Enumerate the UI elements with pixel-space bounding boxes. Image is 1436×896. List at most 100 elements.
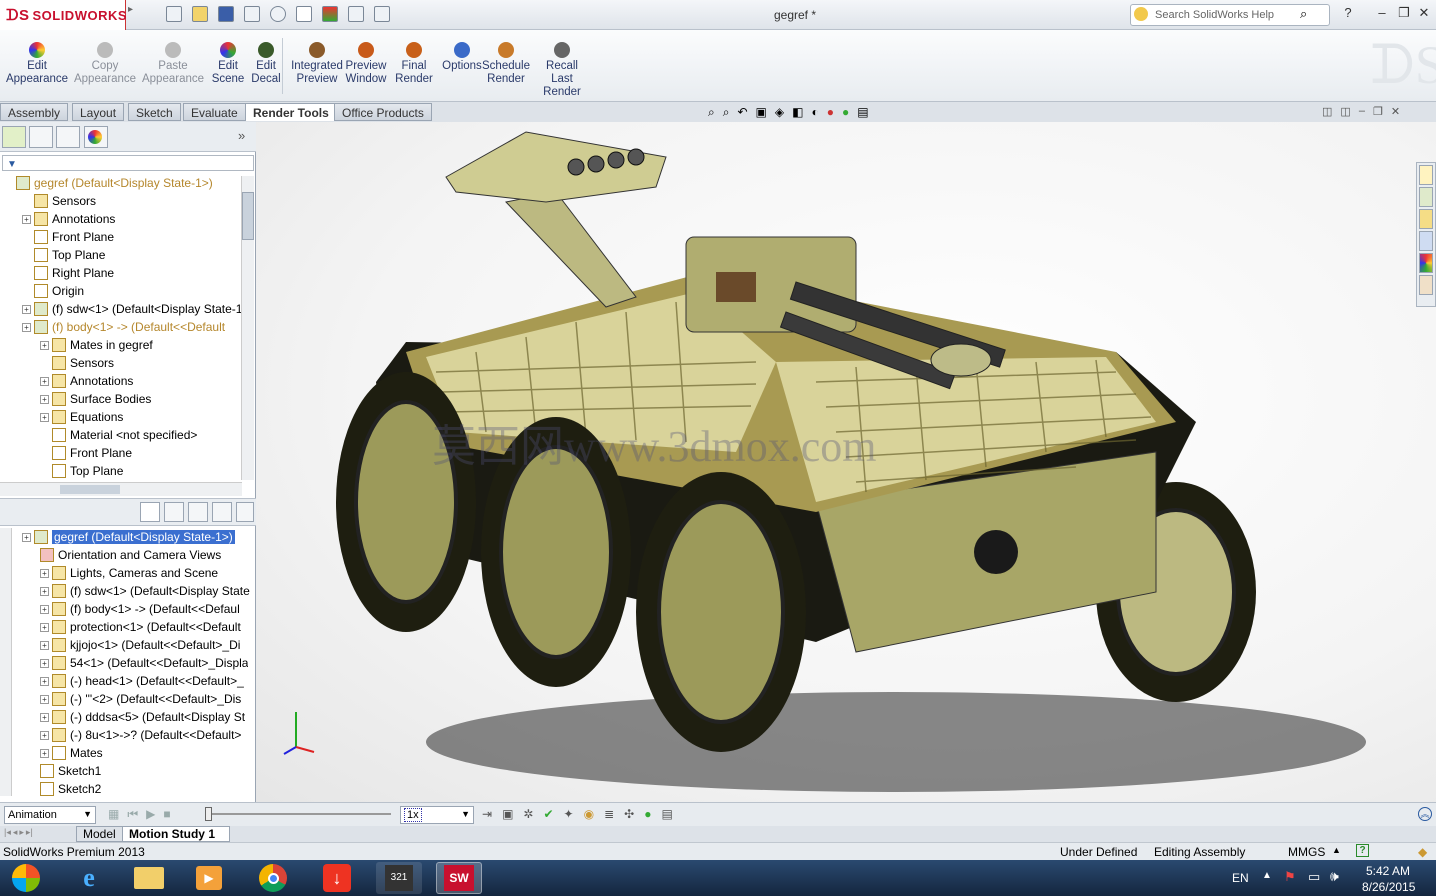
motion-tree-item[interactable]: + kjjojo<1> (Default<<Default>_Di bbox=[40, 636, 240, 654]
last-tab-icon[interactable]: ▸| bbox=[26, 827, 33, 838]
expand-toggle-icon[interactable]: + bbox=[40, 376, 49, 386]
playback-slider[interactable] bbox=[205, 807, 391, 821]
custom-properties-icon[interactable] bbox=[1419, 275, 1433, 295]
motion-tree-item[interactable]: + (-) '''<2> (Default<<Default>_Dis bbox=[40, 690, 241, 708]
expand-toggle-icon[interactable]: + bbox=[40, 640, 49, 650]
expand-toggle-icon[interactable]: + bbox=[40, 340, 49, 350]
expand-toggle-icon[interactable]: + bbox=[40, 676, 49, 686]
prev-tab-icon[interactable]: ◂ bbox=[13, 827, 18, 838]
configuration-manager-tab-icon[interactable] bbox=[56, 126, 80, 148]
tree-item[interactable]: + Annotations bbox=[22, 210, 115, 228]
animation-wizard-icon[interactable]: ✲ bbox=[523, 807, 533, 821]
help-menu-icon[interactable]: ? bbox=[1340, 6, 1356, 20]
view-orientation-icon[interactable]: ◈ bbox=[775, 105, 784, 120]
motion-tree-item[interactable]: + gegref (Default<Display State-1>) bbox=[22, 528, 235, 546]
stop-icon[interactable]: ■ bbox=[163, 807, 170, 822]
playback-slider-thumb[interactable] bbox=[205, 807, 212, 821]
media-player-icon[interactable]: ▶ bbox=[186, 862, 232, 894]
motion-tree-scrollbar[interactable] bbox=[0, 528, 12, 796]
undo-icon[interactable] bbox=[270, 6, 286, 22]
add-key-icon[interactable]: ✦ bbox=[564, 807, 574, 821]
tree-item[interactable]: + Mates in gegref bbox=[40, 336, 153, 354]
hide-show-items-icon[interactable]: ◐ bbox=[811, 105, 818, 120]
graphics-area[interactable]: 莫西网www.3dmox.com bbox=[256, 122, 1436, 802]
options-gear-icon[interactable] bbox=[374, 6, 390, 22]
zoom-to-fit-icon[interactable]: ⌕ bbox=[708, 105, 715, 120]
tree-item[interactable]: gegref (Default<Display State-1>) bbox=[4, 174, 213, 192]
tree-scroll-thumb[interactable] bbox=[242, 192, 254, 240]
contact-icon[interactable]: ✣ bbox=[624, 807, 634, 821]
expand-toggle-icon[interactable]: + bbox=[40, 622, 49, 632]
next-tab-icon[interactable]: ▸ bbox=[19, 827, 24, 838]
feature-tree-tab-icon[interactable] bbox=[2, 126, 26, 148]
minimize-icon[interactable]: – bbox=[1374, 6, 1390, 20]
tab-model[interactable]: Model bbox=[76, 826, 123, 842]
tree-hscrollbar[interactable] bbox=[0, 482, 242, 496]
viewport-tile-icon[interactable]: ◫ bbox=[1340, 105, 1350, 118]
expand-toggle-icon[interactable]: + bbox=[40, 730, 49, 740]
close-icon[interactable]: ✕ bbox=[1416, 6, 1432, 20]
display-style-icon[interactable]: ◧ bbox=[792, 105, 803, 120]
apply-scene-icon[interactable]: ● bbox=[842, 105, 849, 120]
ribbon-button-recall-last-render[interactable]: Recall Last Render bbox=[542, 42, 582, 99]
select-arrow-icon[interactable] bbox=[296, 6, 312, 22]
appearances-scenes-icon[interactable] bbox=[1419, 253, 1433, 273]
tab-layout[interactable]: Layout bbox=[72, 103, 125, 121]
section-view-icon[interactable]: ▣ bbox=[756, 105, 767, 120]
expand-toggle-icon[interactable]: + bbox=[40, 658, 49, 668]
print-icon[interactable] bbox=[244, 6, 260, 22]
display-manager-tab-icon[interactable] bbox=[84, 126, 108, 148]
tree-hscroll-thumb[interactable] bbox=[60, 485, 120, 494]
tree-item[interactable]: Origin bbox=[22, 282, 84, 300]
action-center-flag-icon[interactable]: ⚑ bbox=[1284, 869, 1296, 885]
tree-item[interactable]: Front Plane bbox=[40, 444, 132, 462]
restore-icon[interactable]: ❐ bbox=[1396, 6, 1412, 20]
expand-toggle-icon[interactable]: + bbox=[22, 532, 31, 542]
expand-toggle-icon[interactable]: + bbox=[40, 712, 49, 722]
show-hidden-icons-icon[interactable]: ▲ bbox=[1262, 870, 1272, 881]
tree-item[interactable]: Sensors bbox=[40, 354, 114, 372]
tree-item[interactable]: Front Plane bbox=[22, 228, 114, 246]
chrome-icon[interactable] bbox=[250, 862, 296, 894]
filter-animated-icon[interactable] bbox=[164, 502, 184, 522]
zoom-to-area-icon[interactable]: ⌕ bbox=[723, 105, 730, 120]
motion-tree-item[interactable]: + Lights, Cameras and Scene bbox=[40, 564, 218, 582]
motion-tree-item[interactable]: Orientation and Camera Views bbox=[40, 546, 221, 564]
input-language[interactable]: EN bbox=[1232, 871, 1249, 885]
motion-tree-item[interactable]: Sketch2 bbox=[40, 780, 101, 798]
tab-evaluate[interactable]: Evaluate bbox=[183, 103, 246, 121]
tab-sketch[interactable]: Sketch bbox=[128, 103, 181, 121]
solidworks-logo[interactable]: ᗪS SOLIDWORKS bbox=[0, 0, 127, 30]
property-manager-tab-icon[interactable] bbox=[29, 126, 53, 148]
internet-explorer-icon[interactable]: e bbox=[66, 862, 112, 894]
ribbon-button-edit-decal[interactable]: Edit Decal bbox=[246, 42, 286, 86]
ribbon-button-integrated-preview[interactable]: Integrated Preview bbox=[286, 42, 348, 86]
units-arrow-icon[interactable]: ▲ bbox=[1332, 845, 1341, 855]
spring-icon[interactable]: ≣ bbox=[604, 807, 614, 821]
results-plots-icon[interactable]: ▤ bbox=[661, 807, 672, 821]
tree-item[interactable]: + Equations bbox=[40, 408, 123, 426]
expand-toggle-icon[interactable]: + bbox=[40, 412, 49, 422]
tree-item[interactable]: Top Plane bbox=[22, 246, 105, 264]
expand-toggle-icon[interactable]: + bbox=[40, 694, 49, 704]
filter-driving-icon[interactable] bbox=[188, 502, 208, 522]
expand-toggle-icon[interactable]: + bbox=[40, 586, 49, 596]
media-classic-icon[interactable]: 321 bbox=[376, 862, 422, 894]
tree-scrollbar[interactable] bbox=[241, 176, 254, 480]
motion-tree-item[interactable]: + (-) dddsa<5> (Default<Display St bbox=[40, 708, 245, 726]
motor-icon[interactable]: ◉ bbox=[584, 807, 594, 821]
tree-item[interactable]: Sensors bbox=[22, 192, 96, 210]
previous-view-icon[interactable]: ↶ bbox=[737, 105, 747, 120]
viewport-minimize-icon[interactable]: – bbox=[1359, 105, 1365, 118]
expand-toggle-icon[interactable]: + bbox=[22, 304, 31, 314]
units-system[interactable]: MMGS bbox=[1288, 845, 1325, 859]
viewport-restore-icon[interactable]: ❐ bbox=[1373, 105, 1383, 118]
tree-item[interactable]: + (f) sdw<1> (Default<Display State-1> bbox=[22, 300, 249, 318]
motion-tree-item[interactable]: Sketch1 bbox=[40, 762, 101, 780]
ribbon-button-preview-window[interactable]: Preview Window bbox=[346, 42, 386, 86]
motion-tree-item[interactable]: + Mates bbox=[40, 744, 103, 762]
first-tab-icon[interactable]: |◂ bbox=[4, 827, 11, 838]
ribbon-button-edit-appearance[interactable]: Edit Appearance bbox=[4, 42, 70, 86]
clock-date[interactable]: 8/26/2015 bbox=[1362, 880, 1415, 894]
download-manager-icon[interactable]: ↓ bbox=[314, 862, 360, 894]
